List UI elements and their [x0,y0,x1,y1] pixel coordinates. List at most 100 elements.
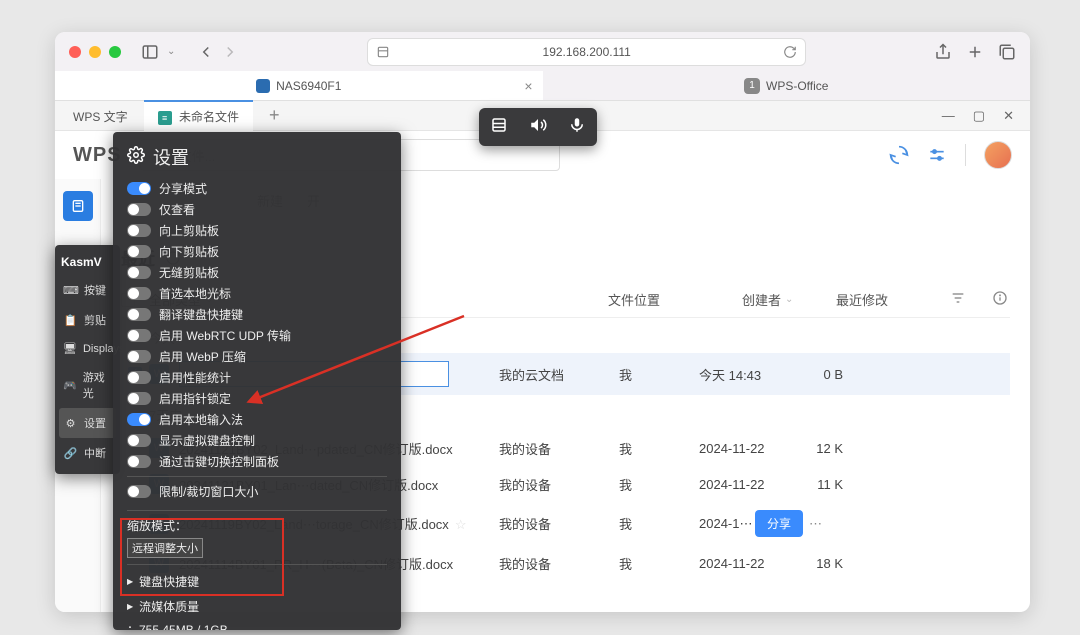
toggle-label: 无缝剪贴板 [159,264,219,281]
toggle-switch[interactable] [127,329,151,342]
toggle-label: 分享模式 [159,180,207,197]
toggle-switch[interactable] [127,203,151,216]
settings-header: 设置 [113,132,401,178]
toggle-switch[interactable] [127,224,151,237]
setting-toggle-row[interactable]: 向上剪贴板 [127,220,387,241]
toggle-switch[interactable] [127,392,151,405]
browser-tab-nas[interactable]: NAS6940F1 × [55,71,543,100]
tool-settings[interactable]: ⚙设置 [59,408,116,438]
tool-keys[interactable]: ⌨按键 [59,275,116,305]
toggle-label: 启用指针锁定 [159,390,231,407]
close-window-button[interactable] [69,46,81,58]
reload-button[interactable] [783,45,797,62]
wps-tab-word[interactable]: WPS 文字 [59,101,142,131]
setting-toggle-row[interactable]: 向下剪贴板 [127,241,387,262]
disconnect-icon: 🔗 [63,447,78,460]
tab-favicon-icon [256,79,270,93]
toggle-switch[interactable] [127,182,151,195]
url-text: 192.168.200.111 [543,45,631,59]
toggle-switch[interactable] [127,287,151,300]
toggle-switch[interactable] [127,266,151,279]
expand-shortcuts[interactable]: ▶键盘快捷键 [127,569,387,594]
toggle-switch[interactable] [127,455,151,468]
more-icon[interactable]: ⋯ [809,516,822,532]
star-icon[interactable]: ☆ [455,517,467,532]
setting-toggle-row[interactable]: 通过击键切换控制面板 [127,451,387,472]
restore-icon[interactable]: ▢ [973,108,985,124]
setting-toggle-row[interactable]: 翻译键盘快捷键 [127,304,387,325]
toggle-switch[interactable] [127,485,151,498]
gear-icon [127,146,145,169]
close-icon[interactable]: ✕ [1003,108,1014,124]
setting-toggle-row[interactable]: 启用性能统计 [127,367,387,388]
forward-button[interactable] [221,43,239,61]
tab-overview-button[interactable] [998,43,1016,61]
setting-toggle-row[interactable]: 启用指针锁定 [127,388,387,409]
setting-toggle-row[interactable]: 启用 WebP 压缩 [127,346,387,367]
toggle-switch[interactable] [127,434,151,447]
minimize-window-button[interactable] [89,46,101,58]
share-icon[interactable] [934,43,952,61]
back-button[interactable] [197,43,215,61]
toggle-switch[interactable] [127,371,151,384]
triangle-right-icon: ▶ [127,577,133,586]
info-icon[interactable] [992,290,1010,309]
avatar[interactable] [984,141,1012,169]
toggle-switch[interactable] [127,413,151,426]
setting-toggle-row[interactable]: 启用 WebRTC UDP 传输 [127,325,387,346]
creator-column[interactable]: 创建者⌄ [742,290,822,309]
setting-toggle-row[interactable]: 分享模式 [127,178,387,199]
gamepad-icon: 🎮 [63,379,77,392]
document-icon: ≡ [158,111,172,125]
tool-disconnect[interactable]: 🔗中断 [59,438,116,468]
kasm-settings-panel: 设置 分享模式仅查看向上剪贴板向下剪贴板无缝剪贴板首选本地光标翻译键盘快捷键启用… [113,132,401,630]
file-modified: 2024-1⋯ [699,516,755,532]
speaker-icon[interactable] [529,116,547,139]
home-nav-icon[interactable] [63,191,93,221]
file-location: 我的设备 [499,514,619,533]
file-size: 0 B [799,367,843,382]
setting-toggle-row[interactable]: 无缝剪贴板 [127,262,387,283]
keyboard-icon: ⌨ [63,284,78,297]
microphone-icon[interactable] [568,116,586,139]
minimize-icon[interactable]: — [942,108,955,124]
close-tab-button[interactable]: × [524,78,532,94]
maximize-window-button[interactable] [109,46,121,58]
setting-toggle-row[interactable]: 限制/裁切窗口大小 [127,481,387,502]
sidebar-toggle-icon[interactable] [141,43,159,61]
setting-toggle-row[interactable]: 首选本地光标 [127,283,387,304]
toggle-label: 启用 WebRTC UDP 传输 [159,327,291,344]
scale-remote-button[interactable]: 远程调整大小 [127,538,203,558]
settings-sliders-icon[interactable] [927,145,947,165]
browser-tab-wps[interactable]: 1 WPS-Office [543,71,1031,100]
file-modified: 2024-11-22 [699,441,799,456]
setting-toggle-row[interactable]: 仅查看 [127,199,387,220]
share-button[interactable]: 分享 [755,510,803,537]
toggle-label: 向上剪贴板 [159,222,219,239]
toggle-switch[interactable] [127,245,151,258]
url-bar[interactable]: 192.168.200.111 [367,38,806,66]
wps-tab-untitled[interactable]: ≡ 未命名文件 [144,100,253,131]
expand-streaming[interactable]: ▶流媒体质量 [127,594,387,619]
new-tab-button[interactable] [966,43,984,61]
toggle-label: 首选本地光标 [159,285,231,302]
filter-icon[interactable] [950,290,978,309]
new-wps-tab-button[interactable]: + [255,105,294,126]
chevron-down-icon[interactable]: ⌄ [167,46,175,57]
setting-toggle-row[interactable]: 启用本地输入法 [127,409,387,430]
tool-displays[interactable]: 🖥Displays [59,335,116,362]
toggle-label: 通过击键切换控制面板 [159,453,279,470]
title-bar: ⌄ 192.168.200.111 [55,32,1030,71]
toggle-switch[interactable] [127,350,151,363]
scale-mode-label: 缩放模式： [127,515,387,536]
traffic-lights [69,46,121,58]
tool-gamepad[interactable]: 🎮游戏光 [59,362,116,408]
site-settings-icon[interactable] [376,45,390,62]
file-creator: 我 [619,475,699,494]
sync-icon[interactable] [889,145,909,165]
toggle-label: 向下剪贴板 [159,243,219,260]
tool-clipboard[interactable]: 📋剪贴 [59,305,116,335]
setting-toggle-row[interactable]: 显示虚拟键盘控制 [127,430,387,451]
list-mode-icon[interactable] [490,116,508,139]
toggle-switch[interactable] [127,308,151,321]
